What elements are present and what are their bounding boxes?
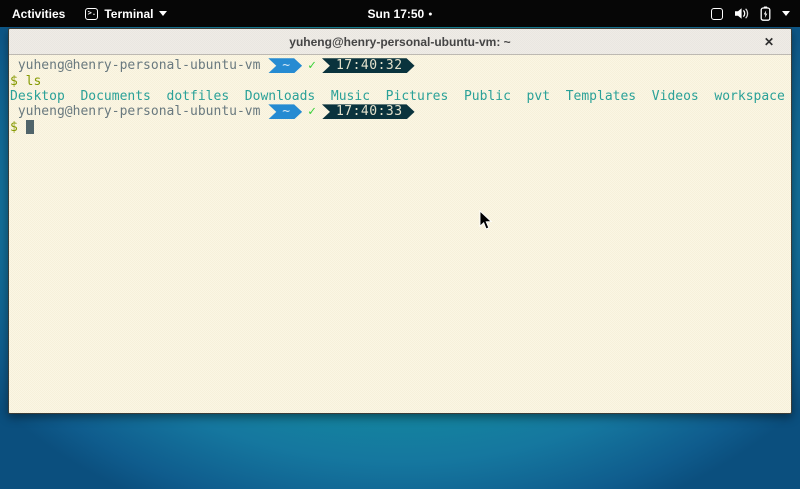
typed-command: ls — [26, 74, 42, 89]
chevron-down-icon — [782, 11, 790, 16]
notification-dot: ● — [428, 11, 432, 18]
app-menu-label: Terminal — [104, 7, 153, 21]
clock-label: Sun 17:50 — [368, 7, 425, 21]
app-menu-terminal[interactable]: >. Terminal — [77, 0, 175, 27]
prompt-line-1: yuheng@henry-personal-ubuntu-vm ~ ✓ 17:4… — [10, 58, 790, 73]
terminal-titlebar[interactable]: yuheng@henry-personal-ubuntu-vm: ~ ✕ — [9, 29, 791, 55]
prompt-line-2: yuheng@henry-personal-ubuntu-vm ~ ✓ 17:4… — [10, 104, 790, 119]
gnome-top-bar: Activities >. Terminal Sun 17:50 ● — [0, 0, 800, 27]
cwd-segment: ~ — [268, 104, 302, 119]
status-check-icon: ✓ — [308, 58, 316, 73]
window-title: yuheng@henry-personal-ubuntu-vm: ~ — [9, 35, 791, 49]
status-check-icon: ✓ — [308, 104, 316, 119]
shell-prompt: $ — [10, 74, 26, 89]
terminal-icon: >. — [85, 8, 98, 20]
volume-icon — [734, 7, 749, 20]
terminal-cursor — [26, 120, 34, 134]
screen-icon — [711, 8, 723, 20]
time-segment: 17:40:33 — [322, 104, 415, 119]
command-line-1: $ ls — [10, 73, 790, 88]
prompt-user-host: yuheng@henry-personal-ubuntu-vm — [10, 104, 268, 119]
cwd-segment: ~ — [268, 58, 302, 73]
battery-charging-icon — [760, 6, 771, 21]
prompt-user-host: yuheng@henry-personal-ubuntu-vm — [10, 58, 268, 73]
ls-output-line: Desktop Documents dotfiles Downloads Mus… — [10, 89, 790, 104]
terminal-window: yuheng@henry-personal-ubuntu-vm: ~ ✕ yuh… — [8, 28, 792, 414]
time-segment: 17:40:32 — [322, 58, 415, 73]
clock-button[interactable]: Sun 17:50 ● — [368, 7, 433, 21]
activities-label: Activities — [12, 7, 65, 21]
ls-output: Desktop Documents dotfiles Downloads Mus… — [10, 89, 785, 104]
shell-prompt: $ — [10, 120, 26, 135]
close-button[interactable]: ✕ — [759, 29, 779, 55]
command-line-2: $ — [10, 120, 790, 135]
terminal-content[interactable]: yuheng@henry-personal-ubuntu-vm ~ ✓ 17:4… — [9, 55, 791, 413]
system-status-area[interactable] — [711, 0, 790, 27]
chevron-down-icon — [159, 11, 167, 16]
activities-button[interactable]: Activities — [0, 0, 77, 27]
